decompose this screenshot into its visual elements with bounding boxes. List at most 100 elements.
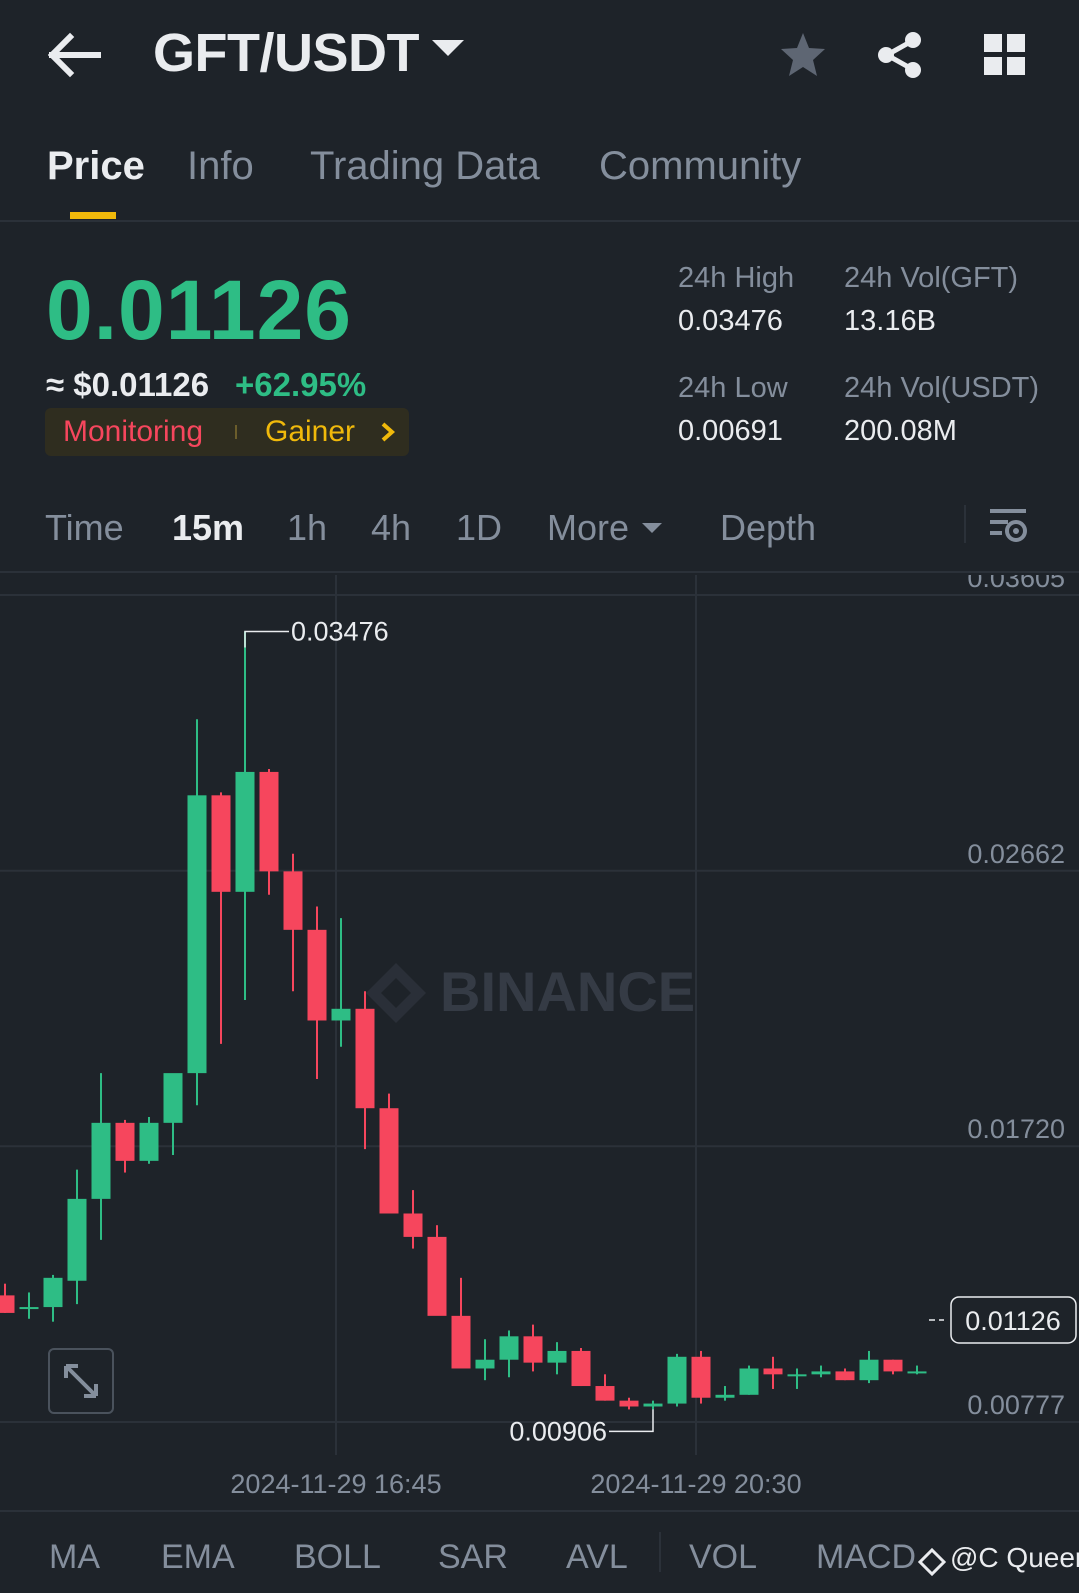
- chart-settings-icon[interactable]: [988, 505, 1028, 545]
- candle-body: [163, 1073, 183, 1123]
- candle-body: [859, 1359, 879, 1381]
- candle-body: [403, 1213, 423, 1237]
- tab-price[interactable]: Price: [47, 144, 145, 189]
- candle: [619, 1397, 639, 1410]
- candle-body: [259, 771, 279, 872]
- stat-vol-base-value: 13.16B: [844, 305, 936, 337]
- interval-depth[interactable]: Depth: [720, 507, 816, 549]
- candle: [691, 1350, 711, 1404]
- candle: [427, 1225, 447, 1316]
- candle-body: [19, 1307, 39, 1310]
- star-icon[interactable]: [778, 30, 828, 80]
- candle: [667, 1353, 687, 1407]
- indicator-ema[interactable]: EMA: [161, 1538, 235, 1577]
- candle-body: [739, 1368, 759, 1395]
- stat-vol-quote-value: 200.08M: [844, 415, 957, 447]
- candle: [67, 1169, 87, 1305]
- interval-4h[interactable]: 4h: [371, 507, 411, 549]
- top-bar: GFT/USDT: [0, 0, 1079, 115]
- tab-community[interactable]: Community: [599, 144, 801, 189]
- candle-body: [835, 1371, 855, 1381]
- candle-body: [475, 1359, 495, 1369]
- indicator-ma[interactable]: MA: [49, 1538, 100, 1577]
- candle: [307, 906, 327, 1079]
- candle: [739, 1365, 759, 1395]
- candlestick-chart[interactable]: BINANCE 0.03476 0.00906 0.01126 0.03605 0.0…: [0, 575, 1079, 1510]
- candle-body: [283, 871, 303, 930]
- indicator-vol[interactable]: VOL: [689, 1538, 757, 1577]
- active-tab-indicator: [70, 212, 116, 219]
- candle: [259, 768, 279, 895]
- interval-1d[interactable]: 1D: [456, 507, 502, 549]
- indicator-sar[interactable]: SAR: [438, 1538, 508, 1577]
- candle-body: [307, 929, 327, 1021]
- monitoring-tag: Monitoring: [63, 415, 204, 448]
- tab-bar: Price Info Trading Data Community: [0, 130, 1079, 222]
- tab-info[interactable]: Info: [187, 144, 254, 189]
- candle: [0, 1283, 15, 1313]
- tags-button[interactable]: Monitoring Gainer: [45, 408, 409, 456]
- candle: [163, 1073, 183, 1156]
- candle: [883, 1359, 903, 1375]
- candle: [355, 991, 375, 1150]
- candle-body: [115, 1122, 135, 1161]
- pair-title[interactable]: GFT/USDT: [153, 22, 419, 84]
- price-chart[interactable]: BINANCE 0.03476 0.00906 0.01126 0.03605 0.0…: [0, 575, 1079, 1510]
- candle: [859, 1350, 879, 1384]
- candle: [139, 1116, 159, 1164]
- chevron-right-icon: [377, 420, 399, 444]
- interval-more[interactable]: More: [547, 507, 629, 549]
- interval-bar: Time 15m 1h 4h 1D More Depth: [0, 495, 1079, 573]
- x-tick-label: 2024-11-29 16:45: [230, 1469, 441, 1499]
- stat-high-label: 24h High: [678, 262, 795, 294]
- y-tick-label: 0.02662: [967, 839, 1065, 869]
- stat-low-label: 24h Low: [678, 372, 788, 404]
- candle: [235, 631, 255, 1001]
- more-caret-icon[interactable]: [642, 523, 662, 533]
- indicator-macd[interactable]: MACD: [816, 1538, 916, 1577]
- back-arrow-icon[interactable]: [47, 30, 104, 80]
- interval-time[interactable]: Time: [45, 507, 124, 549]
- candle-body: [547, 1350, 567, 1363]
- low-marker-line: [609, 1409, 654, 1433]
- candle: [187, 719, 207, 1106]
- fullscreen-button[interactable]: [48, 1348, 114, 1414]
- usd-price: ≈ $0.01126: [46, 366, 210, 403]
- candle: [595, 1374, 615, 1401]
- candle-body: [67, 1198, 87, 1281]
- x-tick-label: 2024-11-29 20:30: [590, 1469, 801, 1499]
- candle: [211, 792, 231, 1044]
- indicator-bar: MA EMA BOLL SAR AVL VOL MACD @C Queen: [0, 1510, 1079, 1593]
- interval-divider: [964, 505, 966, 543]
- stat-low-value: 0.00691: [678, 415, 783, 447]
- candle-body: [763, 1368, 783, 1375]
- interval-15m[interactable]: 15m: [172, 507, 244, 549]
- candle-body: [619, 1400, 639, 1407]
- tab-trading-data[interactable]: Trading Data: [310, 144, 540, 189]
- stat-vol-base-label: 24h Vol(GFT): [844, 262, 1019, 294]
- candle-body: [235, 771, 255, 892]
- candle-body: [331, 1008, 351, 1021]
- pair-dropdown-caret-icon[interactable]: [432, 40, 464, 56]
- stat-high-value: 0.03476: [678, 305, 783, 337]
- watermark-text: BINANCE: [440, 960, 695, 1023]
- candle-body: [787, 1374, 807, 1377]
- candle-body: [211, 795, 231, 892]
- grid-icon[interactable]: [980, 30, 1030, 80]
- y-tick-label: 0.01720: [967, 1114, 1065, 1144]
- low-marker-label: 0.00906: [509, 1416, 607, 1446]
- candle: [115, 1119, 135, 1173]
- candle-body: [91, 1122, 111, 1199]
- expand-icon: [64, 1364, 98, 1398]
- indicator-boll[interactable]: BOLL: [294, 1538, 381, 1577]
- binance-watermark: BINANCE: [366, 960, 695, 1023]
- candle: [91, 1073, 111, 1240]
- candle: [379, 1093, 399, 1214]
- share-icon[interactable]: [875, 30, 925, 80]
- interval-1h[interactable]: 1h: [287, 507, 327, 549]
- candle-body: [499, 1336, 519, 1360]
- candle-body: [139, 1122, 159, 1161]
- candle-body: [427, 1236, 447, 1316]
- candle-body: [571, 1350, 591, 1387]
- indicator-avl[interactable]: AVL: [566, 1538, 628, 1577]
